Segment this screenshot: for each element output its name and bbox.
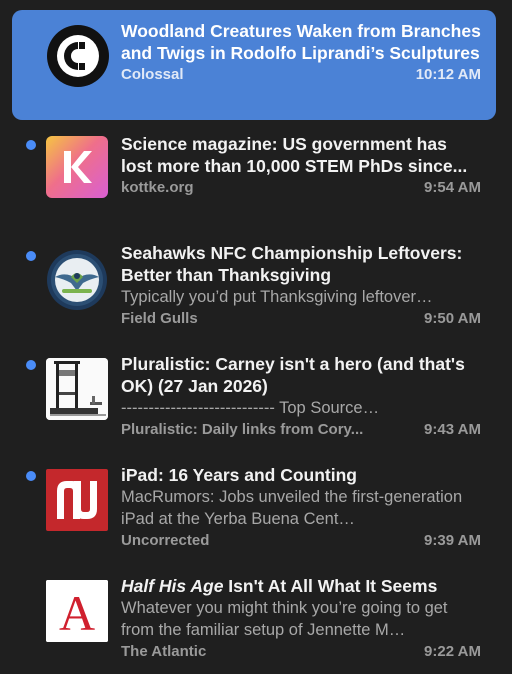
unread-indicator — [26, 360, 36, 370]
article-summary: MacRumors: Jobs unveiled the first-gener… — [121, 488, 463, 528]
svg-text:A: A — [59, 585, 95, 641]
article-source: Colossal — [121, 66, 184, 83]
article-summary: ---------------------------- Top Source… — [121, 399, 380, 417]
article-title-rest: Isn't At All What It Seems — [223, 576, 438, 596]
atlantic-logo-icon: A — [46, 580, 108, 642]
article-title: Half His Age Isn't At All What It Seems — [121, 575, 481, 597]
article-title: Pluralistic: Carney isn't a hero (and th… — [121, 354, 465, 396]
article-summary: Whatever you might think you’re going to… — [121, 599, 448, 639]
article-row[interactable]: Pluralistic: Carney isn't a hero (and th… — [12, 344, 496, 454]
kottke-logo-icon — [46, 136, 108, 198]
article-time: 9:39 AM — [424, 532, 481, 549]
article-title: Seahawks NFC Championship Leftovers: Bet… — [121, 243, 463, 285]
article-source: kottke.org — [121, 179, 194, 196]
article-title: iPad: 16 Years and Counting — [121, 465, 357, 485]
article-source: The Atlantic — [121, 643, 207, 660]
article-title: Woodland Creatures Waken from Branches a… — [121, 21, 481, 63]
field-gulls-logo-icon — [46, 249, 108, 311]
article-title-italic: Half His Age — [121, 576, 224, 596]
article-row[interactable]: Seahawks NFC Championship Leftovers: Bet… — [12, 233, 496, 343]
article-time: 9:43 AM — [424, 421, 481, 438]
article-source: Field Gulls — [121, 310, 198, 327]
article-source: Uncorrected — [121, 532, 210, 549]
unread-indicator — [26, 140, 36, 150]
article-time: 9:54 AM — [424, 179, 481, 196]
article-list: Woodland Creatures Waken from Branches a… — [0, 0, 512, 674]
unread-indicator — [26, 471, 36, 481]
article-summary: Typically you’d put Thanksgiving leftove… — [121, 288, 433, 306]
article-row[interactable]: iPad: 16 Years and Counting MacRumors: J… — [12, 455, 496, 565]
article-title: Science magazine: US government has lost… — [121, 134, 468, 176]
article-row[interactable]: Woodland Creatures Waken from Branches a… — [12, 10, 496, 120]
article-time: 9:22 AM — [424, 643, 481, 660]
article-time: 9:50 AM — [424, 310, 481, 327]
pluralistic-logo-icon — [46, 358, 108, 420]
unread-indicator — [26, 251, 36, 261]
colossal-logo-icon — [46, 24, 110, 88]
article-source: Pluralistic: Daily links from Cory... — [121, 421, 364, 438]
article-row[interactable]: A Half His Age Isn't At All What It Seem… — [12, 566, 496, 674]
uncorrected-logo-icon — [46, 469, 108, 531]
article-time: 10:12 AM — [415, 66, 481, 83]
article-row[interactable]: Science magazine: US government has lost… — [12, 122, 496, 232]
